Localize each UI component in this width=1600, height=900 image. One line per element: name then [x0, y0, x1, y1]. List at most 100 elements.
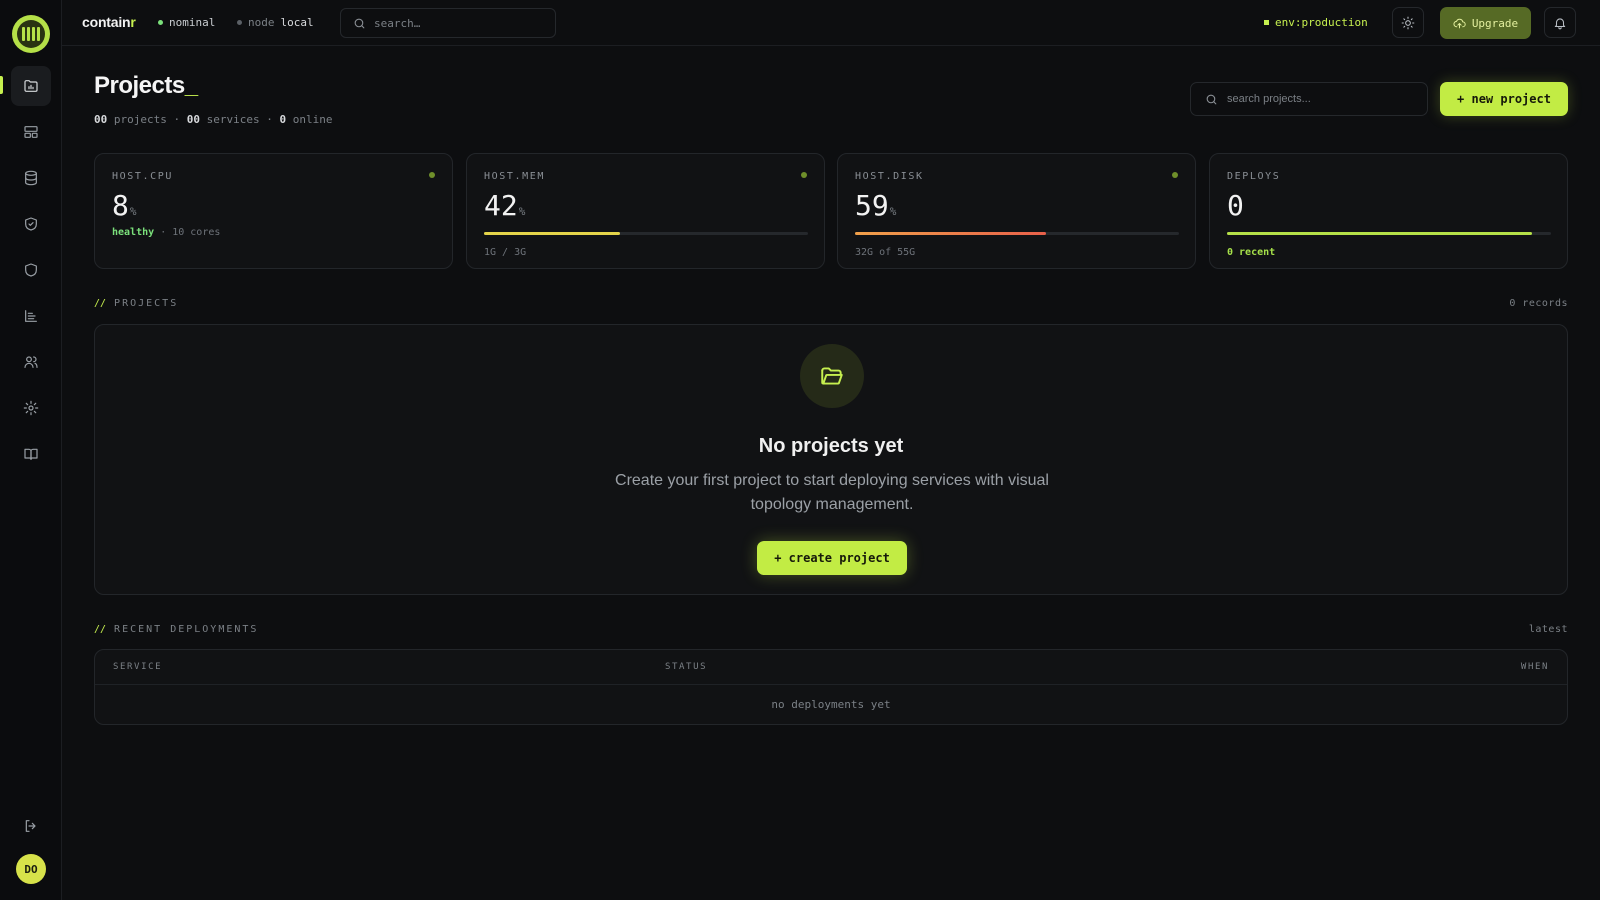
online-count-label: online: [292, 113, 333, 126]
system-status: nominal: [158, 16, 215, 29]
shield-check-icon: [25, 217, 37, 231]
online-count: 0: [279, 113, 287, 126]
project-search-placeholder: search projects...: [1227, 93, 1311, 105]
global-search-placeholder: search…: [374, 16, 421, 30]
stat-value: 59%: [855, 189, 896, 222]
projects-record-count: 0 records: [1509, 298, 1568, 309]
users-icon: [24, 356, 38, 368]
layout-icon: [24, 126, 38, 138]
folder-open-icon: [821, 367, 843, 385]
deployments-table: SERVICE STATUS WHEN no deployments yet: [94, 649, 1568, 725]
column-header-when[interactable]: WHEN: [1521, 662, 1549, 672]
sidebar-item-security[interactable]: [11, 204, 51, 244]
env-badge: env:production: [1264, 16, 1368, 29]
projects-count-label: projects: [113, 113, 167, 126]
deploys-progress-bar: [1227, 232, 1551, 235]
empty-title: No projects yet: [758, 435, 904, 457]
notifications-button[interactable]: [1544, 7, 1576, 38]
section-slashes: //: [94, 298, 107, 309]
stat-label: HOST.CPU: [112, 171, 173, 182]
stat-footer: 1G / 3G: [484, 247, 527, 258]
new-project-button[interactable]: + new project: [1440, 82, 1568, 116]
book-icon: [24, 448, 38, 460]
app-logo[interactable]: [12, 15, 50, 53]
projects-section-header: // PROJECTS: [94, 298, 178, 309]
stat-card-cpu: HOST.CPU 8% healthy · 10 cores: [94, 153, 453, 269]
nav-active-indicator: [0, 76, 3, 94]
status-label: nominal: [169, 16, 216, 29]
disk-progress-fill: [855, 232, 1047, 235]
services-count: 00: [186, 113, 200, 126]
shield-icon: [25, 263, 37, 277]
brand-main: contain: [82, 14, 131, 30]
cloud-upload-icon: [1453, 18, 1466, 28]
stat-status-dot: [801, 172, 807, 178]
chart-icon: [25, 310, 37, 322]
separator: ·: [173, 113, 187, 126]
stat-card-deploys: DEPLOYS 0 0 recent: [1209, 153, 1568, 269]
stat-value: 8%: [112, 189, 136, 222]
project-search-input[interactable]: search projects...: [1190, 82, 1428, 116]
section-title: RECENT DEPLOYMENTS: [114, 624, 259, 635]
disk-progress-bar: [855, 232, 1179, 235]
bell-icon: [1554, 17, 1566, 29]
empty-description: Create your first project to start deplo…: [615, 472, 1049, 513]
title-cursor: _: [184, 72, 198, 99]
env-indicator: [1264, 20, 1269, 25]
sidebar-item-policies[interactable]: [11, 250, 51, 290]
stat-unit: %: [518, 205, 526, 218]
cpu-cores: · 10 cores: [160, 227, 221, 238]
deploys-recent: 0 recent: [1227, 247, 1276, 258]
upgrade-button[interactable]: Upgrade: [1440, 7, 1531, 39]
folder-chart-icon: [24, 80, 38, 92]
node-prefix: node: [248, 16, 275, 29]
node-status: node local: [237, 16, 314, 29]
avatar[interactable]: DO: [16, 854, 46, 884]
stat-status-dot: [1172, 172, 1178, 178]
column-header-status[interactable]: STATUS: [665, 662, 707, 672]
services-count-label: services: [206, 113, 260, 126]
brand-accent: r: [130, 14, 136, 30]
stat-status-dot: [429, 172, 435, 178]
projects-count: 00: [94, 113, 108, 126]
status-dot: [158, 20, 163, 25]
sidebar-item-team[interactable]: [11, 342, 51, 382]
deploys-progress-fill: [1227, 232, 1532, 235]
separator: ·: [266, 113, 280, 126]
theme-toggle-button[interactable]: [1392, 7, 1424, 38]
stat-card-mem: HOST.MEM 42% 1G / 3G: [466, 153, 825, 269]
node-value: local: [280, 16, 314, 29]
upgrade-label: Upgrade: [1471, 16, 1519, 30]
table-divider: [95, 684, 1567, 685]
database-icon: [25, 170, 37, 186]
sidebar-item-settings[interactable]: [11, 388, 51, 428]
global-search-input[interactable]: search…: [340, 8, 556, 38]
mem-progress-fill: [484, 232, 621, 235]
deployments-section-header: // RECENT DEPLOYMENTS: [94, 624, 258, 635]
page-title-text: Projects: [94, 72, 185, 99]
mem-progress-bar: [484, 232, 808, 235]
logout-button[interactable]: [11, 806, 51, 846]
create-project-button[interactable]: + create project: [757, 541, 907, 575]
sidebar-item-docs[interactable]: [11, 434, 51, 474]
stat-value: 42%: [484, 189, 525, 222]
cpu-health: healthy: [112, 227, 155, 238]
stat-number: 8: [112, 189, 129, 222]
page-summary: 00 projects · 00 services · 0 online: [94, 113, 332, 126]
sidebar-item-projects[interactable]: [11, 66, 51, 106]
stat-footer: 32G of 55G: [855, 247, 916, 258]
stat-value: 0: [1227, 189, 1244, 222]
projects-empty-state: No projects yet Create your first projec…: [94, 324, 1568, 595]
sidebar-item-templates[interactable]: [11, 112, 51, 152]
column-header-service[interactable]: SERVICE: [113, 662, 162, 672]
stat-label: HOST.MEM: [484, 171, 545, 182]
table-empty-message: no deployments yet: [771, 698, 891, 711]
sidebar-item-metrics[interactable]: [11, 296, 51, 336]
stat-label: DEPLOYS: [1227, 171, 1281, 182]
stat-label: HOST.DISK: [855, 171, 924, 182]
stat-footer: healthy · 10 cores: [112, 227, 220, 238]
sidebar-item-databases[interactable]: [11, 158, 51, 198]
sidebar: DO: [0, 0, 62, 900]
stat-unit: %: [129, 205, 137, 218]
brand-name[interactable]: containr: [82, 14, 136, 30]
